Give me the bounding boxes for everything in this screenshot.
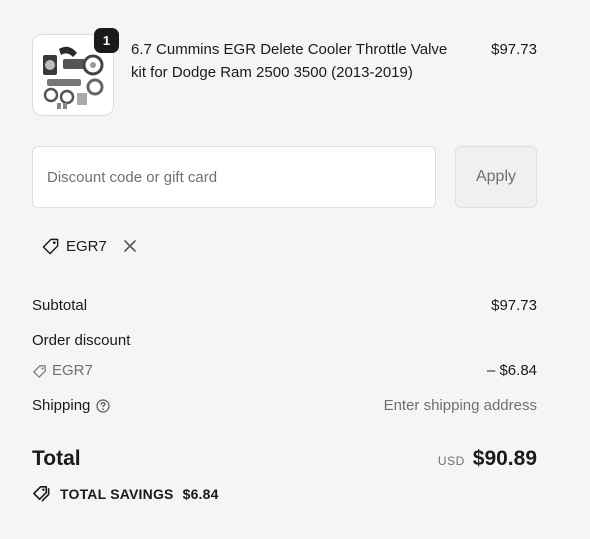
close-icon[interactable] <box>123 239 137 253</box>
subtotal-row: Subtotal $97.73 <box>32 296 537 316</box>
tag-icon <box>33 364 46 378</box>
applied-code-label: EGR7 <box>66 237 107 255</box>
product-name: 6.7 Cummins EGR Delete Cooler Throttle V… <box>131 41 448 81</box>
help-icon[interactable] <box>96 399 110 413</box>
order-discount-label: Order discount <box>32 332 131 349</box>
discount-code-input[interactable] <box>32 146 436 208</box>
total-savings: TOTAL SAVINGS $6.84 <box>32 484 219 503</box>
product-line-item: 1 6.7 Cummins EGR Delete Cooler Throttle… <box>32 28 537 116</box>
total-amount: $90.89 <box>472 447 537 470</box>
total-value-group: USD $90.89 <box>438 446 537 472</box>
tag-icon <box>42 238 59 254</box>
apply-button[interactable]: Apply <box>455 146 537 208</box>
discount-code-label: EGR7 <box>52 362 93 379</box>
subtotal-value: $97.73 <box>491 297 537 314</box>
shipping-label: Shipping <box>32 397 91 414</box>
discount-code-row: EGR7 – $6.84 <box>32 361 537 385</box>
order-summary: 1 6.7 Cummins EGR Delete Cooler Throttle… <box>32 0 537 539</box>
tags-icon <box>33 486 50 502</box>
product-price: $97.73 <box>491 41 537 58</box>
subtotal-label: Subtotal <box>32 297 88 314</box>
quantity-badge: 1 <box>94 28 119 53</box>
savings-label: TOTAL SAVINGS <box>60 485 174 502</box>
shipping-value: Enter shipping address <box>383 397 537 414</box>
discount-value: – $6.84 <box>486 362 537 379</box>
currency-code: USD <box>437 454 465 468</box>
total-label: Total <box>32 447 81 470</box>
order-discount-row: Order discount <box>32 331 537 351</box>
applied-discount-chip: EGR7 <box>41 234 137 258</box>
shipping-row: Shipping Enter shipping address <box>32 396 537 416</box>
savings-value: $6.84 <box>182 485 219 502</box>
